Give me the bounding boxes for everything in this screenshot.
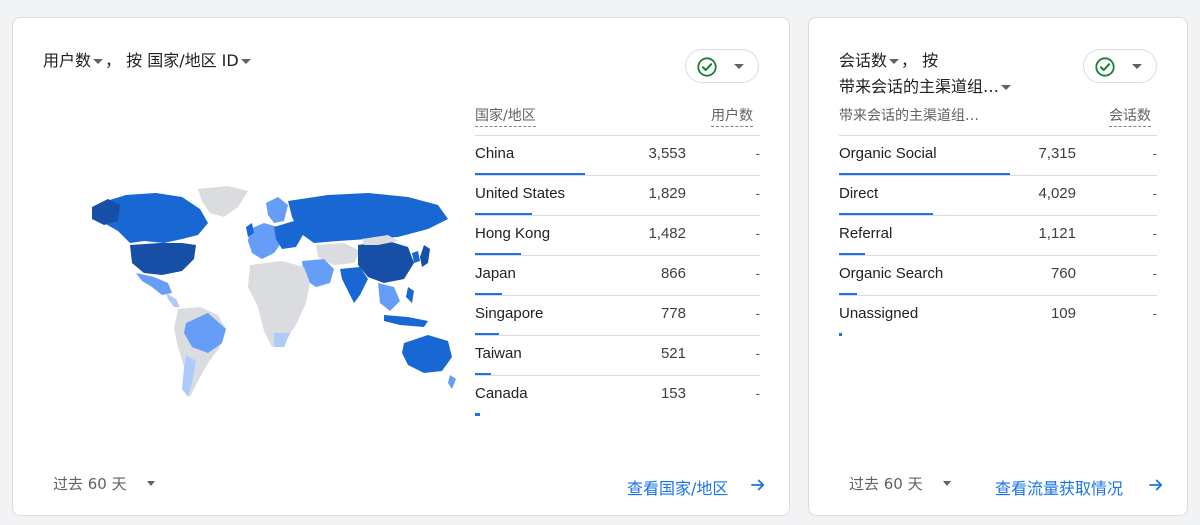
row-value: 760 [1050, 265, 1076, 282]
row-value: 4,029 [1038, 185, 1076, 202]
caret-down-icon[interactable] [93, 59, 104, 64]
table-row: China 3,553 - [475, 135, 760, 176]
row-value: 109 [1050, 305, 1076, 322]
caret-down-icon[interactable] [240, 59, 251, 64]
map-new-zealand [448, 375, 456, 389]
row-value: 1,121 [1038, 225, 1076, 242]
card-title[interactable]: 用户数 ， 按 国家/地区 ID [43, 49, 253, 73]
date-range-label[interactable]: 过去 60 天 [53, 473, 127, 494]
check-circle-icon [1095, 57, 1115, 77]
table-row: Organic Search 760 - [839, 255, 1157, 296]
check-circle-icon [697, 57, 717, 77]
row-label: Taiwan [475, 345, 522, 362]
comparison-button[interactable] [1083, 49, 1157, 83]
row-change: - [755, 145, 760, 161]
metric-label[interactable]: 用户数 [43, 51, 91, 70]
row-value: 153 [660, 385, 686, 402]
date-range-label[interactable]: 过去 60 天 [849, 473, 923, 494]
row-label: Singapore [475, 305, 544, 322]
map-mexico [136, 273, 172, 295]
chevron-down-icon [1132, 64, 1142, 69]
row-change: - [755, 225, 760, 241]
card-title-line2[interactable]: 带来会话的主渠道组… [839, 75, 1013, 99]
row-label: Unassigned [839, 305, 919, 322]
map-japan [420, 245, 430, 267]
map-usa [130, 243, 196, 275]
map-russia [288, 193, 448, 243]
row-value: 1,482 [648, 225, 686, 242]
column-header-users[interactable]: 用户数 [711, 106, 753, 127]
world-map[interactable] [78, 183, 458, 403]
table-row: Unassigned 109 - [839, 295, 1157, 336]
row-change: - [1152, 265, 1157, 281]
map-south-africa [274, 333, 290, 347]
users-by-country-card: 用户数 ， 按 国家/地区 ID 国家/地区 用户数 China 3,553 - … [12, 17, 790, 516]
map-philippines [406, 287, 414, 303]
caret-down-icon[interactable] [147, 481, 155, 486]
map-central-america [166, 293, 180, 307]
table-row: Direct 4,029 - [839, 175, 1157, 216]
row-change: - [755, 265, 760, 281]
dimension-label[interactable]: 带来会话的主渠道组… [839, 77, 999, 96]
row-label: Organic Search [839, 265, 944, 282]
row-label: Canada [475, 385, 528, 402]
row-bar [475, 413, 480, 416]
title-connector: ， 按 [901, 51, 939, 70]
view-acquisition-link[interactable]: 查看流量获取情况 [995, 475, 1123, 499]
table-row: Japan 866 - [475, 255, 760, 296]
row-label: Hong Kong [475, 225, 551, 242]
dimension-label[interactable]: ， 按 国家/地区 ID [105, 51, 239, 70]
map-greenland [198, 186, 248, 217]
row-label: China [475, 145, 515, 162]
row-label: Japan [475, 265, 516, 282]
column-header-channel[interactable]: 带来会话的主渠道组… [839, 106, 979, 126]
metric-label[interactable]: 会话数 [839, 51, 887, 70]
row-label: Organic Social [839, 145, 937, 162]
table-row: Canada 153 - [475, 375, 760, 416]
table-row: Hong Kong 1,482 - [475, 215, 760, 256]
caret-down-icon[interactable] [1001, 85, 1012, 90]
card-title-line1[interactable]: 会话数 ， 按 [839, 49, 938, 73]
map-indonesia [384, 315, 428, 327]
arrow-right-icon[interactable] [1147, 476, 1165, 494]
row-change: - [755, 345, 760, 361]
row-change: - [755, 305, 760, 321]
row-value: 1,829 [648, 185, 686, 202]
row-value: 7,315 [1038, 145, 1076, 162]
map-australia [402, 335, 452, 373]
row-value: 521 [660, 345, 686, 362]
column-header-country[interactable]: 国家/地区 [475, 106, 536, 127]
row-change: - [1152, 185, 1157, 201]
caret-down-icon[interactable] [943, 481, 951, 486]
table-row: Referral 1,121 - [839, 215, 1157, 256]
row-change: - [755, 385, 760, 401]
row-label: Referral [839, 225, 893, 242]
table-row: Organic Social 7,315 - [839, 135, 1157, 176]
row-change: - [755, 185, 760, 201]
column-header-sessions[interactable]: 会话数 [1109, 106, 1151, 127]
row-change: - [1152, 225, 1157, 241]
row-value: 3,553 [648, 145, 686, 162]
row-value: 778 [660, 305, 686, 322]
row-bar [839, 333, 842, 336]
table-row: United States 1,829 - [475, 175, 760, 216]
map-india [340, 267, 368, 303]
table-row: Singapore 778 - [475, 295, 760, 336]
chevron-down-icon [734, 64, 744, 69]
table-row: Taiwan 521 - [475, 335, 760, 376]
row-label: United States [475, 185, 566, 202]
map-scandinavia [266, 197, 288, 223]
row-value: 866 [660, 265, 686, 282]
comparison-button[interactable] [685, 49, 759, 83]
caret-down-icon[interactable] [889, 59, 900, 64]
row-label: Direct [839, 185, 879, 202]
row-change: - [1152, 145, 1157, 161]
arrow-right-icon[interactable] [749, 476, 767, 494]
map-se-asia [378, 283, 400, 311]
view-countries-link[interactable]: 查看国家/地区 [627, 475, 728, 499]
row-change: - [1152, 305, 1157, 321]
sessions-by-channel-card: 会话数 ， 按 带来会话的主渠道组… 带来会话的主渠道组… 会话数 Organic… [808, 17, 1188, 516]
